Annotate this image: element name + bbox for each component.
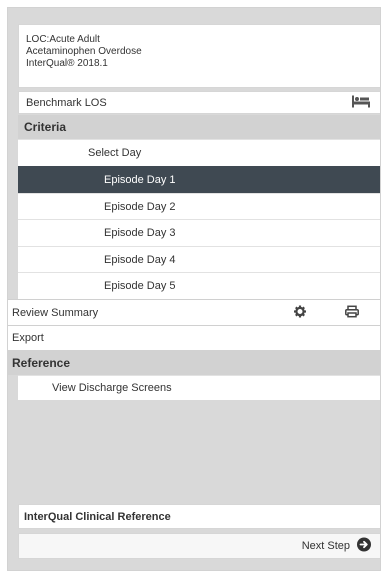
view-discharge-screens-row[interactable]: View Discharge Screens — [18, 375, 380, 400]
view-discharge-screens-link: View Discharge Screens — [52, 382, 172, 394]
export-row[interactable]: Export — [8, 325, 380, 350]
next-step-row: Next Step — [18, 533, 380, 559]
guideline-header: LOC:Acute Adult Acetaminophen Overdose I… — [18, 24, 380, 88]
episode-day-label: Episode Day 1 — [104, 174, 176, 186]
review-summary-label: Review Summary — [12, 306, 99, 319]
navigation-panel: LOC:Acute Adult Acetaminophen Overdose I… — [7, 7, 381, 571]
episode-day-3[interactable]: Episode Day 3 — [18, 219, 380, 246]
next-step-label[interactable]: Next Step — [302, 540, 350, 552]
clinical-reference-row[interactable]: InterQual Clinical Reference — [18, 504, 380, 529]
reference-section-header: Reference — [8, 350, 380, 375]
episode-day-2[interactable]: Episode Day 2 — [18, 193, 380, 219]
episode-day-label: Episode Day 4 — [104, 253, 176, 266]
review-summary-row[interactable]: Review Summary — [8, 299, 380, 325]
clinical-reference-label: InterQual Clinical Reference — [24, 510, 171, 523]
bed-icon[interactable] — [352, 95, 370, 110]
select-day-label: Select Day — [88, 147, 142, 159]
episode-day-label: Episode Day 2 — [104, 200, 176, 213]
episode-day-4[interactable]: Episode Day 4 — [18, 246, 380, 272]
arrow-circle-right-icon[interactable] — [357, 537, 371, 555]
print-icon[interactable] — [345, 305, 359, 320]
episode-day-5[interactable]: Episode Day 5 — [18, 272, 380, 299]
gear-icon[interactable] — [294, 305, 306, 320]
episode-day-label: Episode Day 5 — [104, 280, 176, 292]
criteria-section-header: Criteria — [18, 115, 380, 139]
benchmark-los-row[interactable]: Benchmark LOS — [18, 91, 380, 114]
select-day-row: Select Day — [18, 139, 380, 166]
export-label: Export — [12, 332, 44, 344]
guideline-title: Acetaminophen Overdose — [26, 46, 142, 57]
guideline-loc: LOC:Acute Adult — [26, 34, 100, 45]
reference-heading: Reference — [12, 355, 71, 370]
criteria-heading: Criteria — [24, 120, 67, 134]
benchmark-los-label: Benchmark LOS — [26, 96, 107, 109]
episode-day-1[interactable]: Episode Day 1 — [18, 166, 380, 193]
episode-day-label: Episode Day 3 — [104, 227, 176, 239]
guideline-version: InterQual® 2018.1 — [26, 58, 108, 69]
